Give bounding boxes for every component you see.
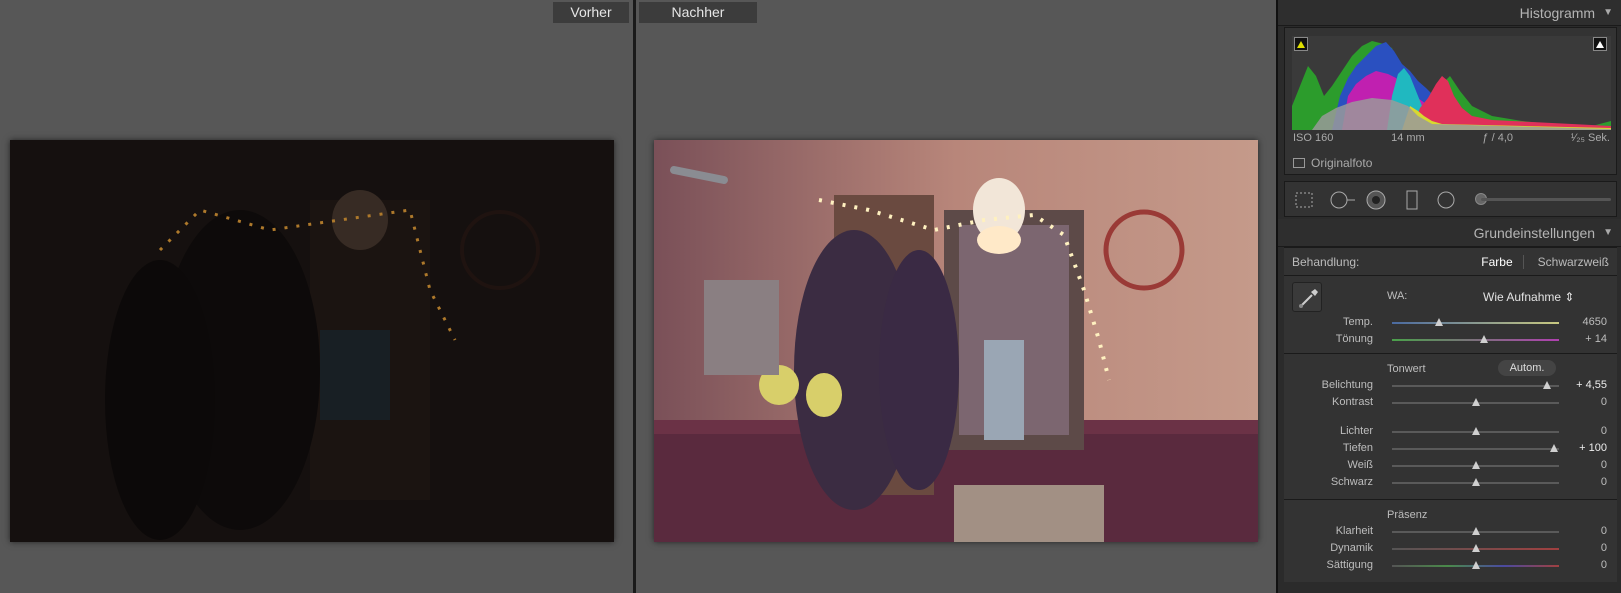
auto-tone-button[interactable]: Autom. <box>1498 360 1556 376</box>
histogram-title: Histogramm <box>1519 4 1596 21</box>
temp-slider-row: Temp. 4650 <box>1284 314 1617 331</box>
treatment-row: Behandlung: Farbe Schwarzweiß <box>1284 248 1617 276</box>
exposure-label: Belichtung <box>1321 379 1373 391</box>
whites-label: Weiß <box>1347 459 1373 471</box>
shadow-clipping-icon[interactable] <box>1294 37 1308 51</box>
aperture-value: ƒ / 4,0 <box>1482 132 1513 144</box>
tint-label: Tönung <box>1335 333 1373 345</box>
treatment-bw-option[interactable]: Schwarzweiß <box>1538 255 1609 269</box>
presence-title: Präsenz <box>1387 509 1428 521</box>
shadows-label: Tiefen <box>1342 442 1373 454</box>
basic-title: Grundeinstellungen <box>1473 224 1596 241</box>
histogram-graph[interactable] <box>1292 36 1611 130</box>
exposure-track[interactable] <box>1392 385 1559 387</box>
clarity-knob[interactable] <box>1471 527 1480 535</box>
after-photo[interactable] <box>654 140 1258 542</box>
shadows-knob[interactable] <box>1549 444 1558 452</box>
contrast-value[interactable]: 0 <box>1601 396 1607 408</box>
vibrance-label: Dynamik <box>1330 542 1373 554</box>
temp-label: Temp. <box>1343 316 1373 328</box>
blacks-slider-row: Schwarz 0 <box>1284 474 1617 491</box>
white-balance-row: WA: Wie Aufnahme ⇕ <box>1284 276 1617 314</box>
shadows-track[interactable] <box>1392 448 1559 450</box>
whites-knob[interactable] <box>1471 461 1480 469</box>
treatment-separator <box>1522 254 1524 269</box>
tone-section: Tonwert Autom. Belichtung + 4,55 Kontras… <box>1284 353 1617 499</box>
highlight-clipping-icon[interactable] <box>1593 37 1607 51</box>
treatment-label: Behandlung: <box>1292 254 1360 269</box>
crop-icon[interactable] <box>1293 190 1315 210</box>
wb-select[interactable]: Wie Aufnahme ⇕ <box>1483 290 1574 304</box>
shadows-slider-row: Tiefen + 100 <box>1284 440 1617 457</box>
spot-removal-icon[interactable] <box>1329 190 1357 210</box>
compare-view: Vorher Nachher <box>0 0 1276 593</box>
contrast-slider-row: Kontrast 0 <box>1284 394 1617 411</box>
eyedropper-icon[interactable] <box>1292 282 1322 312</box>
whites-slider-row: Weiß 0 <box>1284 457 1617 474</box>
contrast-knob[interactable] <box>1471 398 1480 406</box>
blacks-value[interactable]: 0 <box>1601 476 1607 488</box>
exposure-value[interactable]: + 4,55 <box>1576 379 1607 391</box>
after-label: Nachher <box>639 2 757 23</box>
exposure-slider-row: Belichtung + 4,55 <box>1284 377 1617 394</box>
clarity-slider-row: Klarheit 0 <box>1284 523 1617 540</box>
tint-slider-row: Tönung + 14 <box>1284 331 1617 348</box>
highlights-slider-row: Lichter 0 <box>1284 423 1617 440</box>
clarity-value[interactable]: 0 <box>1601 525 1607 537</box>
presence-section: Präsenz Klarheit 0 Dynamik 0 Sättigung 0 <box>1284 499 1617 582</box>
radial-filter-icon[interactable] <box>1435 190 1457 210</box>
wb-label: WA: <box>1387 290 1408 302</box>
saturation-value[interactable]: 0 <box>1601 559 1607 571</box>
blacks-label: Schwarz <box>1330 476 1373 488</box>
whites-value[interactable]: 0 <box>1601 459 1607 471</box>
tool-strip <box>1284 181 1617 217</box>
histogram-panel: ISO 160 14 mm ƒ / 4,0 ¹⁄₂₅ Sek. Original… <box>1284 27 1617 175</box>
before-label: Vorher <box>553 2 629 23</box>
tint-track[interactable] <box>1392 339 1559 341</box>
tint-knob[interactable] <box>1479 335 1488 343</box>
vibrance-value[interactable]: 0 <box>1601 542 1607 554</box>
graduated-filter-icon[interactable] <box>1401 190 1423 210</box>
before-pane: Vorher <box>0 0 633 593</box>
focal-length-value: 14 mm <box>1391 132 1425 144</box>
vibrance-knob[interactable] <box>1471 544 1480 552</box>
brush-slider-track[interactable] <box>1481 198 1611 201</box>
treatment-section: Behandlung: Farbe Schwarzweiß WA: Wie Au… <box>1284 247 1617 353</box>
saturation-label: Sättigung <box>1326 559 1373 571</box>
treatment-color-option[interactable]: Farbe <box>1481 255 1512 269</box>
after-pane: Nachher <box>636 0 1276 593</box>
develop-right-panel: Histogramm ▼ ISO 160 14 mm ƒ / 4,0 ¹⁄₂₅ … <box>1276 0 1621 593</box>
iso-value: ISO 160 <box>1293 132 1334 144</box>
temp-track[interactable] <box>1392 322 1559 324</box>
shadows-value[interactable]: + 100 <box>1579 442 1607 454</box>
vibrance-slider-row: Dynamik 0 <box>1284 540 1617 557</box>
exif-info: ISO 160 14 mm ƒ / 4,0 ¹⁄₂₅ Sek. <box>1293 132 1610 144</box>
histogram-header[interactable]: Histogramm ▼ <box>1278 0 1621 26</box>
original-photo-toggle[interactable]: Originalfoto <box>1293 156 1372 170</box>
original-photo-label: Originalfoto <box>1311 156 1373 170</box>
exposure-knob[interactable] <box>1543 381 1552 389</box>
blacks-knob[interactable] <box>1471 478 1480 486</box>
presence-title-row: Präsenz <box>1284 505 1617 523</box>
clarity-label: Klarheit <box>1335 525 1373 537</box>
saturation-knob[interactable] <box>1471 561 1480 569</box>
checkbox-icon[interactable] <box>1293 158 1305 168</box>
tone-title-row: Tonwert Autom. <box>1284 359 1617 377</box>
temp-knob[interactable] <box>1434 318 1443 326</box>
saturation-slider-row: Sättigung 0 <box>1284 557 1617 574</box>
highlights-value[interactable]: 0 <box>1601 425 1607 437</box>
highlights-label: Lichter <box>1339 425 1373 437</box>
collapse-triangle-icon[interactable]: ▼ <box>1603 227 1613 238</box>
temp-value[interactable]: 4650 <box>1583 316 1607 328</box>
contrast-label: Kontrast <box>1332 396 1373 408</box>
before-photo[interactable] <box>10 140 614 542</box>
shutter-value: ¹⁄₂₅ Sek. <box>1570 132 1610 144</box>
tone-title: Tonwert <box>1387 363 1426 375</box>
collapse-triangle-icon[interactable]: ▼ <box>1603 7 1613 18</box>
basic-header[interactable]: Grundeinstellungen ▼ <box>1278 219 1621 247</box>
red-eye-icon[interactable] <box>1365 190 1387 210</box>
tint-value[interactable]: + 14 <box>1585 333 1607 345</box>
highlights-knob[interactable] <box>1471 427 1480 435</box>
